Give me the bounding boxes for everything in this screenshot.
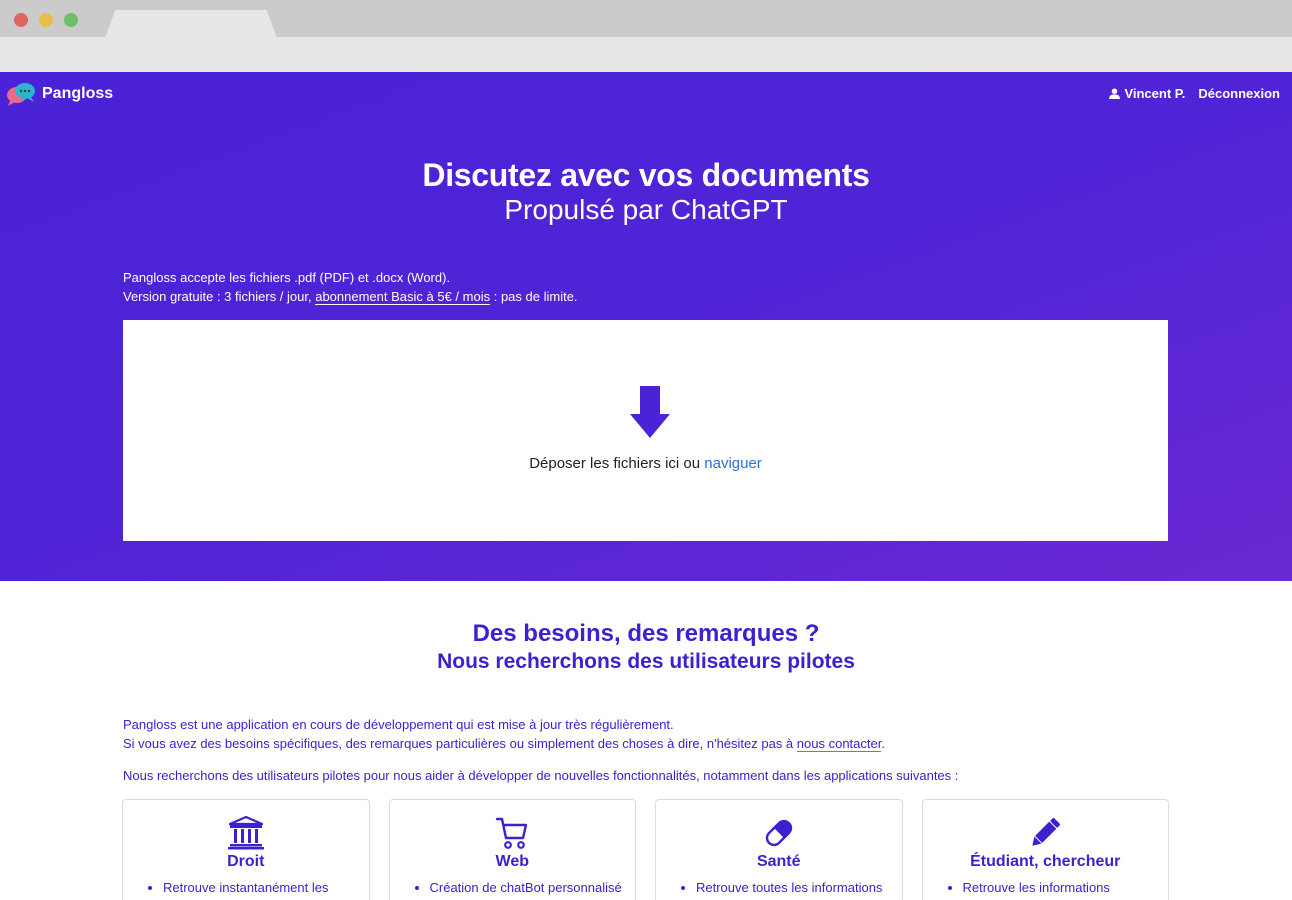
info-line-2-suffix: : pas de limite. — [490, 289, 578, 304]
browse-link[interactable]: naviguer — [704, 455, 762, 472]
browser-toolbar — [0, 37, 1292, 72]
card-list: Retrouve les informations — [949, 880, 1110, 895]
card-list: Création de chatBot personnalisé — [416, 880, 622, 895]
brand-link[interactable]: Pangloss — [6, 82, 113, 106]
card-title: Santé — [756, 853, 801, 870]
hero-title: Discutez avec vos documents — [422, 157, 870, 193]
upload-info: Pangloss accepte les fichiers .pdf (PDF)… — [123, 268, 578, 306]
section-subtitle: Nous recherchons des utilisateurs pilote… — [437, 650, 855, 673]
list-item: Création de chatBot personnalisé — [430, 880, 622, 895]
pilot-paragraph: Nous recherchons des utilisateurs pilote… — [123, 768, 959, 783]
pill-icon — [765, 819, 792, 847]
hero-subtitle: Propulsé par ChatGPT — [504, 194, 788, 225]
dropzone-text: Déposer les fichiers ici ou naviguer — [127, 455, 1164, 472]
user-name: Vincent P. — [1124, 86, 1186, 101]
bank-icon — [227, 816, 264, 850]
hero-section: Pangloss Vincent P. Déconnexion Discutez… — [0, 72, 1292, 581]
list-item: Retrouve instantanément les — [163, 880, 328, 895]
pencil-icon-wrap — [923, 816, 1169, 850]
bank-icon-wrap — [123, 816, 369, 850]
info-line-1: Pangloss accepte les fichiers .pdf (PDF)… — [123, 270, 451, 285]
file-dropzone[interactable]: Déposer les fichiers ici ou naviguer — [123, 320, 1168, 541]
subscription-link[interactable]: abonnement Basic à 5€ / mois — [315, 289, 491, 305]
browser-tab[interactable] — [105, 10, 277, 38]
chat-bubbles-logo-icon — [6, 82, 36, 106]
maximize-window-button[interactable] — [64, 13, 78, 27]
brand-name: Pangloss — [42, 85, 114, 102]
list-item: Retrouve les informations — [963, 880, 1110, 895]
intro-line-2: Si vous avez des besoins spécifiques, de… — [123, 734, 885, 753]
card-sante: Santé Retrouve toutes les informations — [655, 799, 903, 900]
card-title: Web — [495, 853, 529, 870]
info-line-2: Version gratuite : 3 fichiers / jour, ab… — [123, 287, 578, 306]
intro-paragraph: Pangloss est une application en cours de… — [123, 715, 885, 753]
browser-titlebar — [0, 0, 1292, 38]
cart-icon — [496, 817, 528, 849]
card-list: Retrouve instantanément les — [149, 880, 328, 895]
dropzone-label: Déposer les fichiers ici ou — [529, 455, 705, 472]
logout-link[interactable]: Déconnexion — [1198, 86, 1280, 101]
user-icon — [1109, 88, 1121, 99]
list-item: Retrouve toutes les informations — [696, 880, 882, 895]
card-droit: Droit Retrouve instantanément les — [122, 799, 370, 900]
nav-right: Vincent P. Déconnexion — [1109, 86, 1280, 101]
contact-link[interactable]: nous contacter — [796, 736, 882, 752]
use-case-cards: Droit Retrouve instantanément les Web Cr… — [122, 799, 1169, 900]
close-window-button[interactable] — [14, 13, 28, 27]
user-menu[interactable]: Vincent P. — [1109, 86, 1185, 101]
pencil-icon — [1032, 818, 1061, 846]
arrow-down-icon — [630, 386, 670, 438]
info-line-2-prefix: Version gratuite : 3 fichiers / jour, — [123, 289, 316, 304]
section-title: Des besoins, des remarques ? — [472, 620, 820, 647]
card-etudiant: Étudiant, chercheur Retrouve les informa… — [921, 799, 1169, 900]
card-web: Web Création de chatBot personnalisé — [388, 799, 636, 900]
card-title: Droit — [227, 853, 265, 870]
cart-icon-wrap — [390, 816, 636, 850]
card-list: Retrouve toutes les informations — [682, 880, 882, 895]
intro-line-1: Pangloss est une application en cours de… — [123, 717, 674, 732]
pill-icon-wrap — [656, 816, 902, 850]
intro-line-2-suffix: . — [881, 736, 885, 751]
intro-line-2-prefix: Si vous avez des besoins spécifiques, de… — [123, 736, 797, 751]
card-title: Étudiant, chercheur — [970, 853, 1121, 870]
minimize-window-button[interactable] — [39, 13, 53, 27]
